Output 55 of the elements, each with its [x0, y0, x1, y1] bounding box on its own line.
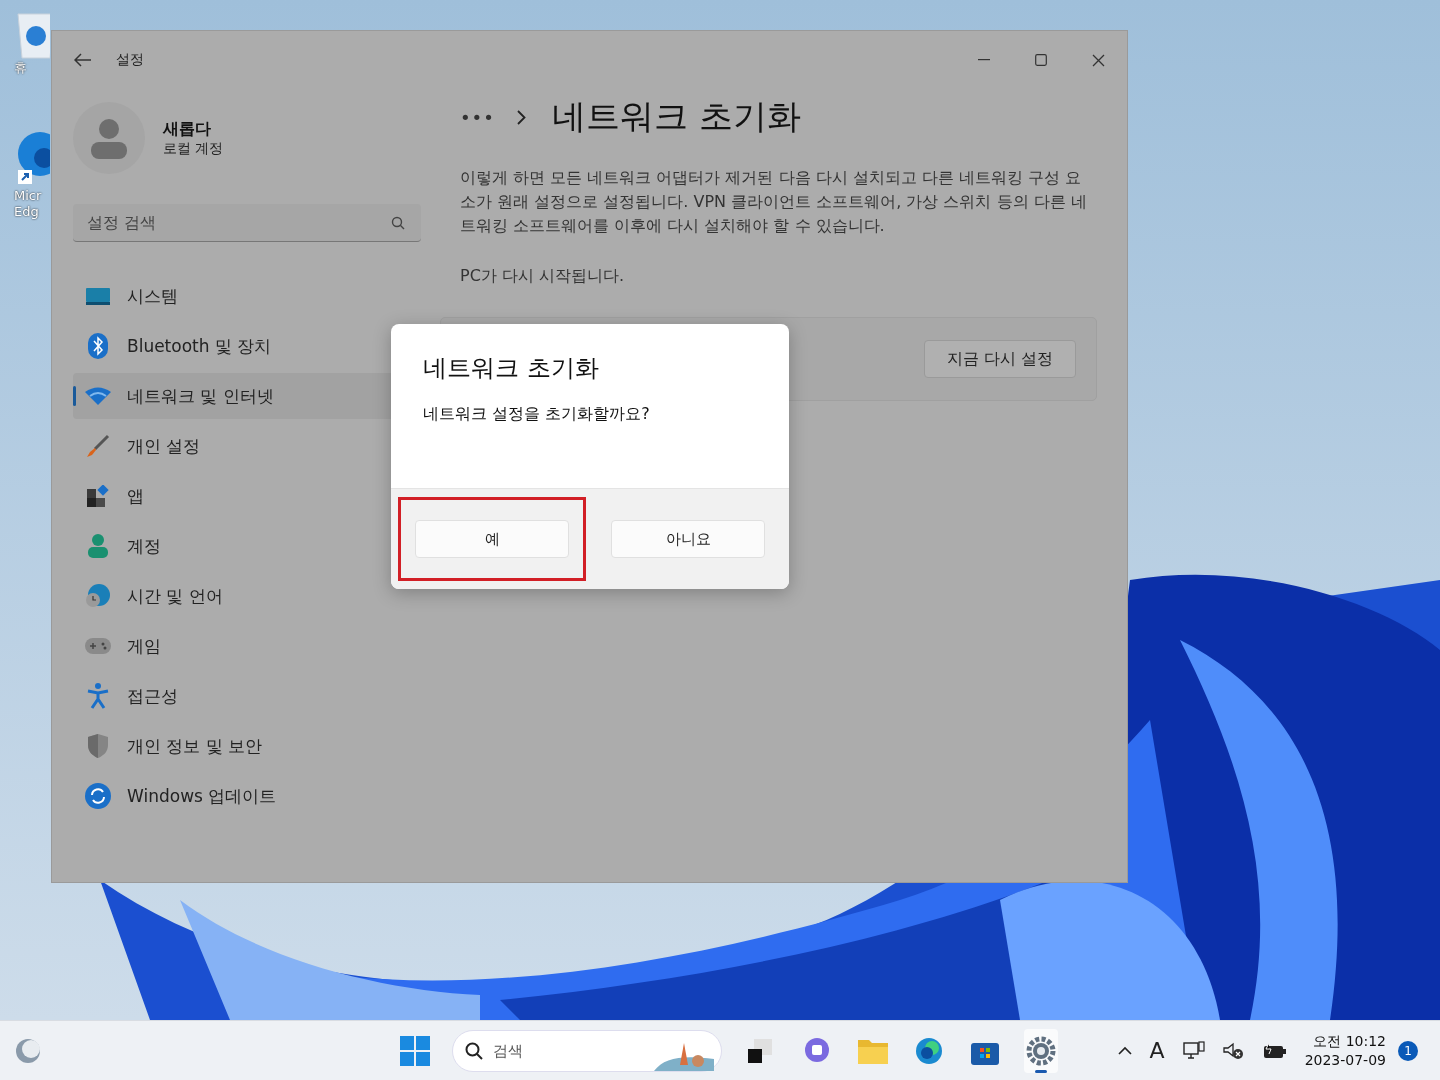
- chat-icon: [803, 1036, 831, 1065]
- weather-icon[interactable]: [15, 1037, 41, 1064]
- chevron-up-icon[interactable]: [1117, 1046, 1132, 1055]
- wifi-icon: [85, 387, 111, 405]
- desktop-icon-label: Micr Edg: [14, 188, 42, 220]
- window-title: 설정: [116, 51, 144, 69]
- taskbar-search-field[interactable]: 검색: [452, 1029, 722, 1072]
- maximize-icon[interactable]: [1035, 54, 1047, 66]
- breadcrumb-more[interactable]: •••: [460, 106, 495, 128]
- nav-item[interactable]: Windows 업데이트: [73, 773, 422, 819]
- brush-icon: [86, 434, 110, 458]
- input-indicator[interactable]: A: [1149, 1038, 1165, 1063]
- globe-clock-icon: [85, 584, 111, 608]
- gamepad-icon: [85, 638, 111, 654]
- clock[interactable]: 오전 10:12 2023-07-09: [1304, 1031, 1386, 1070]
- start-icon[interactable]: [400, 1035, 430, 1066]
- monitor-icon: [86, 287, 110, 305]
- desktop-icon-label: 휴: [14, 60, 27, 76]
- search-icon: [465, 1041, 483, 1060]
- search-icon: [391, 216, 405, 230]
- close-icon[interactable]: [1092, 53, 1105, 67]
- chevron-icon: [516, 109, 526, 125]
- apps-icon: [87, 485, 109, 507]
- nav-item[interactable]: 시스템: [73, 273, 422, 319]
- nav-item[interactable]: 접근성: [73, 673, 422, 719]
- battery-icon[interactable]: [1262, 1042, 1287, 1059]
- browser-icon: [915, 1036, 943, 1065]
- shield-icon: [87, 733, 109, 759]
- reset-now-button[interactable]: 지금 다시 설정: [923, 340, 1076, 378]
- network-icon[interactable]: [1182, 1040, 1205, 1061]
- folder-icon: [858, 1037, 888, 1064]
- page-title: 네트워크 초기화: [551, 95, 801, 138]
- account-type: 로컬 계정: [163, 139, 224, 158]
- description: 이렇게 하면 모든 네트워크 어댑터가 제거된 다음 다시 설치되고 다른 네트워킹 구성 요소가 원래 설정으로 설정됩니다. VPN 클라이언트 소프트웨어, 가상 스위치 등의 다른 네트워킹 소프트웨어를 이후에 다시 설치해야 할 수 있습니다.: [460, 167, 1088, 237]
- person-icon: [88, 534, 108, 558]
- notification-badge[interactable]: 1: [1398, 1040, 1418, 1061]
- bluetooth-icon: [88, 333, 108, 359]
- update-icon: [85, 783, 111, 809]
- search-field[interactable]: 설정 검색: [73, 204, 421, 242]
- dialog-button[interactable]: 아니요: [611, 520, 765, 558]
- minimize-icon[interactable]: [978, 59, 990, 61]
- back-arrow-icon[interactable]: [74, 53, 92, 67]
- nav-item[interactable]: 게임: [73, 623, 422, 669]
- avatar-icon: [73, 102, 145, 174]
- terminal-icon: [748, 1038, 774, 1063]
- nav-item[interactable]: 개인 정보 및 보안: [73, 723, 422, 769]
- restart-note: PC가 다시 시작됩니다.: [460, 266, 626, 287]
- dialog-message: 네트워크 설정을 초기화할까요?: [423, 404, 651, 425]
- gear-icon: [1026, 1035, 1056, 1066]
- user-name: 새롭다: [163, 118, 212, 140]
- nav-item[interactable]: 시간 및 언어: [73, 573, 422, 619]
- dialog-button[interactable]: 예: [415, 520, 569, 558]
- dialog-title: 네트워크 초기화: [423, 353, 600, 384]
- speaker-muted-icon[interactable]: [1222, 1041, 1245, 1060]
- accessibility-icon: [87, 683, 109, 709]
